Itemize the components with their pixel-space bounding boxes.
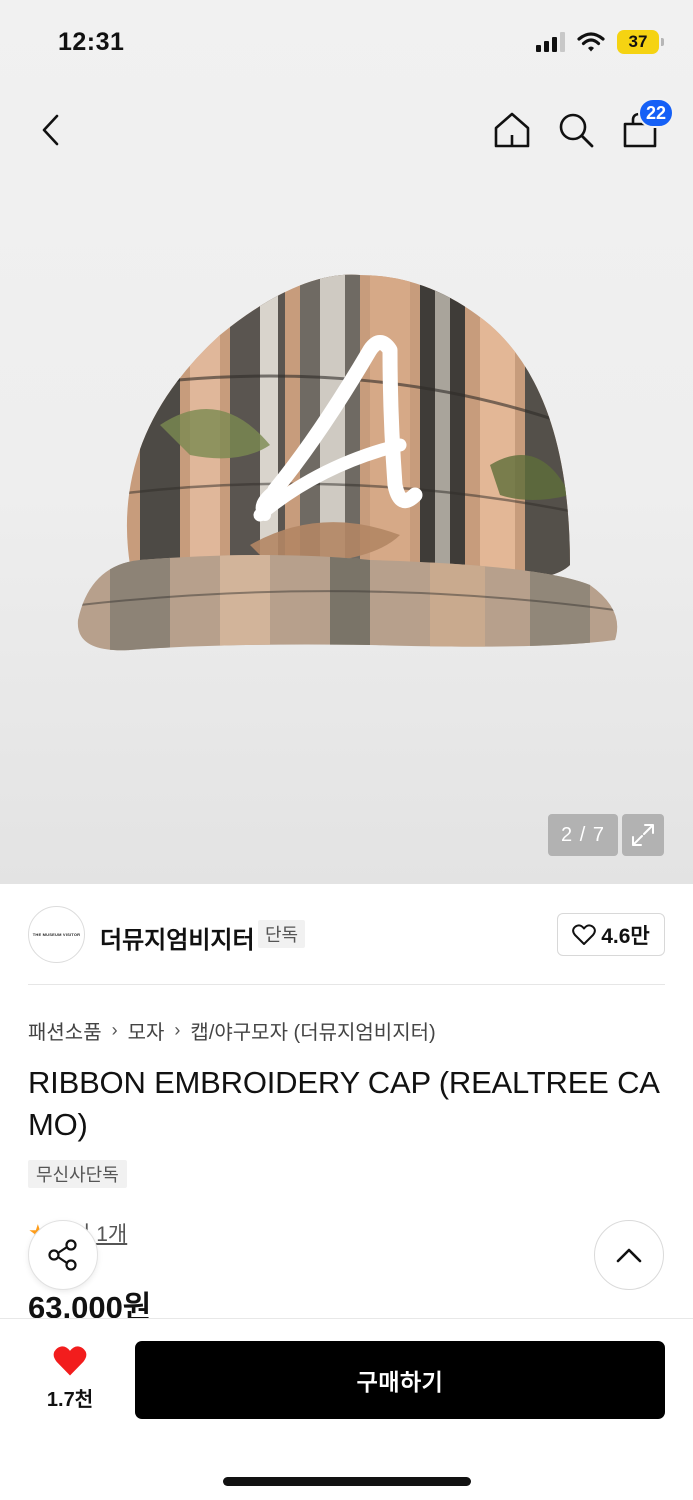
- cart-count-badge: 22: [637, 98, 674, 128]
- product-title: RIBBON EMBROIDERY CAP (REALTREE CAMO): [28, 1065, 660, 1142]
- back-arrow-icon: [42, 114, 59, 146]
- divider: [28, 984, 665, 985]
- cellular-signal-icon: [536, 32, 565, 52]
- home-icon: [494, 112, 530, 148]
- back-button[interactable]: [28, 106, 72, 154]
- home-button[interactable]: [488, 106, 536, 154]
- product-image: [77, 274, 618, 651]
- breadcrumb-item-current[interactable]: 캡/야구모자 (더뮤지엄비지터): [190, 1016, 435, 1045]
- battery-level: 37: [628, 32, 648, 51]
- brand-like-count: 4.6만: [601, 924, 650, 948]
- brand-like-button[interactable]: 4.6만: [557, 913, 665, 956]
- share-button[interactable]: [28, 1220, 98, 1290]
- image-counter: 2 / 7: [548, 814, 618, 856]
- breadcrumb-item-subcategory[interactable]: 모자: [128, 1016, 165, 1045]
- wishlist-count: 1.7천: [46, 1389, 94, 1411]
- share-icon: [48, 1239, 77, 1271]
- brand-name[interactable]: 더뮤지엄비지터: [100, 920, 255, 955]
- search-icon: [559, 113, 594, 148]
- wifi-icon: [577, 32, 605, 52]
- brand-logo-text: THE MUSEUM VISITOR: [32, 932, 81, 937]
- chevron-right-icon: ›: [174, 1020, 181, 1040]
- expand-image-button[interactable]: [622, 814, 664, 856]
- brand-exclusive-tag: 단독: [258, 920, 306, 948]
- heart-outline-icon: [572, 923, 597, 945]
- chevron-right-icon: ›: [111, 1020, 118, 1040]
- home-indicator: [223, 1477, 471, 1486]
- bottom-action-bar: 1.7천 구매하기: [0, 1318, 693, 1500]
- brand-logo[interactable]: THE MUSEUM VISITOR: [28, 906, 85, 963]
- cart-button[interactable]: 22: [614, 98, 674, 154]
- wishlist-button[interactable]: 1.7천: [30, 1345, 110, 1419]
- search-button[interactable]: [552, 106, 600, 154]
- scroll-to-top-button[interactable]: [594, 1220, 664, 1290]
- battery-icon: 37: [617, 30, 664, 54]
- status-icons: 37: [536, 30, 664, 54]
- buy-button[interactable]: 구매하기: [135, 1341, 665, 1419]
- exclusive-badge: 무신사단독: [28, 1160, 127, 1188]
- brand-row: THE MUSEUM VISITOR 더뮤지엄비지터 단독 4.6만: [28, 906, 665, 964]
- heart-filled-icon: [53, 1346, 87, 1376]
- status-bar: 12:31 37: [0, 0, 693, 88]
- status-time: 12:31: [58, 28, 125, 56]
- breadcrumb-item-category[interactable]: 패션소품: [28, 1016, 102, 1045]
- chevron-up-icon: [616, 1248, 642, 1263]
- expand-icon: [632, 824, 654, 846]
- product-image-gallery[interactable]: 12:31 37 22 2 / 7: [0, 0, 693, 884]
- breadcrumb: 패션소품 › 모자 › 캡/야구모자 (더뮤지엄비지터): [28, 1016, 436, 1045]
- top-nav-bar: 22: [0, 98, 693, 162]
